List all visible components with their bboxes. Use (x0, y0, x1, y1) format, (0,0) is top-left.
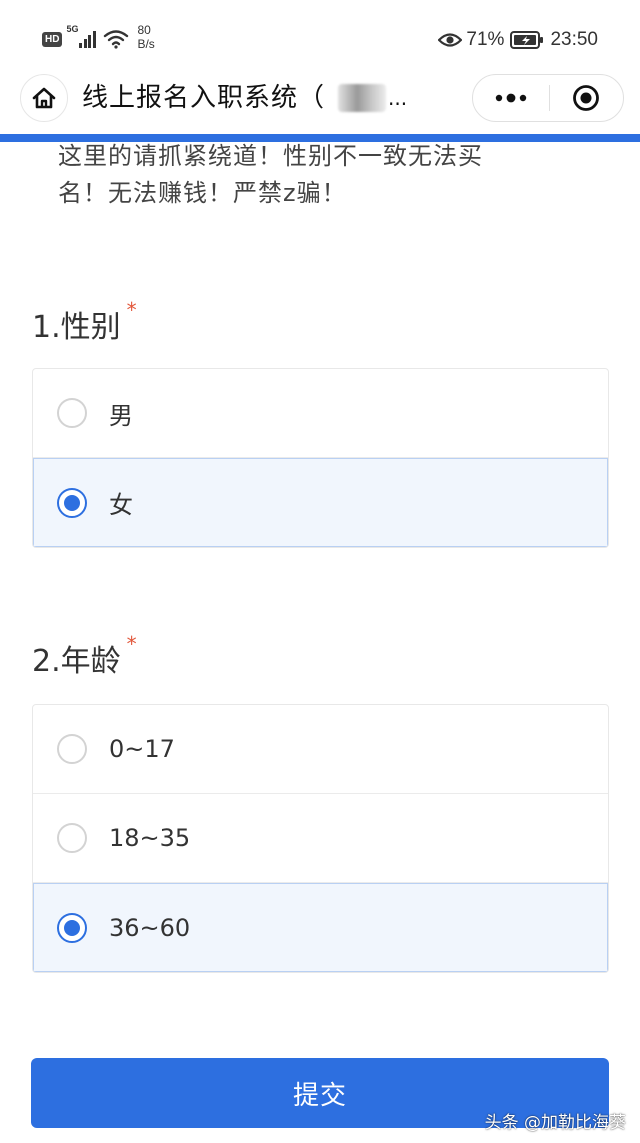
notice-line-1: 这里的请抓紧绕道！性别不一致无法买 (58, 142, 483, 170)
home-button[interactable] (20, 74, 68, 122)
age-options: 0~17 18~35 36~60 (32, 704, 609, 973)
option-male[interactable]: 男 (33, 369, 608, 458)
page-title: 线上报名入职系统（ (82, 83, 326, 113)
signal-icon (79, 30, 97, 48)
option-label: 男 (109, 401, 133, 430)
required-mark: * (126, 632, 137, 656)
battery-percent: 71% (466, 29, 505, 50)
clock: 23:50 (550, 29, 598, 50)
close-button[interactable] (550, 75, 624, 121)
close-target-icon (573, 85, 600, 111)
status-bar-right: 71% 23:50 (438, 26, 598, 54)
title-ellipsis: ... (388, 86, 408, 110)
network-speed-unit: B/s (137, 37, 155, 51)
option-female[interactable]: 女 (33, 458, 608, 547)
required-mark: * (126, 298, 137, 322)
hd-badge: HD (42, 31, 63, 47)
form-content: 这里的请抓紧绕道！性别不一致无法买 名！无法赚钱！严禁z骗！ 1.性别 * 男 女… (0, 142, 640, 1143)
radio-button-checked[interactable] (57, 912, 87, 943)
option-label: 0~17 (109, 735, 175, 763)
question-title-age: 2.年龄 * (32, 632, 137, 680)
gender-options: 男 女 (32, 368, 609, 548)
wifi-icon (104, 30, 129, 49)
question-title-gender: 1.性别 * (32, 298, 137, 346)
notice-line-2: 名！无法赚钱！严禁z骗！ (58, 179, 347, 207)
mini-program-navbar: 线上报名入职系统（ ... (0, 74, 640, 136)
eye-icon (438, 33, 463, 47)
network-speed-value: 80 (137, 23, 151, 37)
radio-button-checked[interactable] (57, 487, 87, 518)
question-title-text: 2.年龄 (32, 644, 121, 679)
more-icon (495, 93, 526, 103)
battery-charging-icon (510, 31, 544, 49)
blurred-title-region (338, 84, 386, 112)
loading-progress-fill (0, 134, 640, 142)
network-speed: 80 B/s (137, 23, 154, 51)
question-title-text: 1.性别 (32, 310, 121, 345)
radio-button[interactable] (57, 734, 87, 764)
radio-button[interactable] (57, 823, 87, 853)
watermark: 头条 @加勒比海葵 (484, 1113, 626, 1133)
option-age-0-17[interactable]: 0~17 (33, 705, 608, 794)
option-label: 18~35 (109, 824, 191, 852)
option-age-36-60[interactable]: 36~60 (33, 883, 608, 972)
capsule-menu (472, 74, 624, 122)
loading-progress-bar (0, 134, 640, 142)
option-age-18-35[interactable]: 18~35 (33, 794, 608, 883)
status-bar: HD 5G 80 B/s 71% 23:50 (0, 0, 640, 74)
status-bar-left: HD 5G 80 B/s (42, 23, 155, 54)
network-generation: 5G (66, 24, 79, 34)
home-icon (32, 87, 56, 109)
more-button[interactable] (473, 75, 549, 121)
radio-button[interactable] (57, 398, 87, 428)
option-label: 36~60 (109, 913, 191, 942)
option-label: 女 (109, 491, 133, 519)
